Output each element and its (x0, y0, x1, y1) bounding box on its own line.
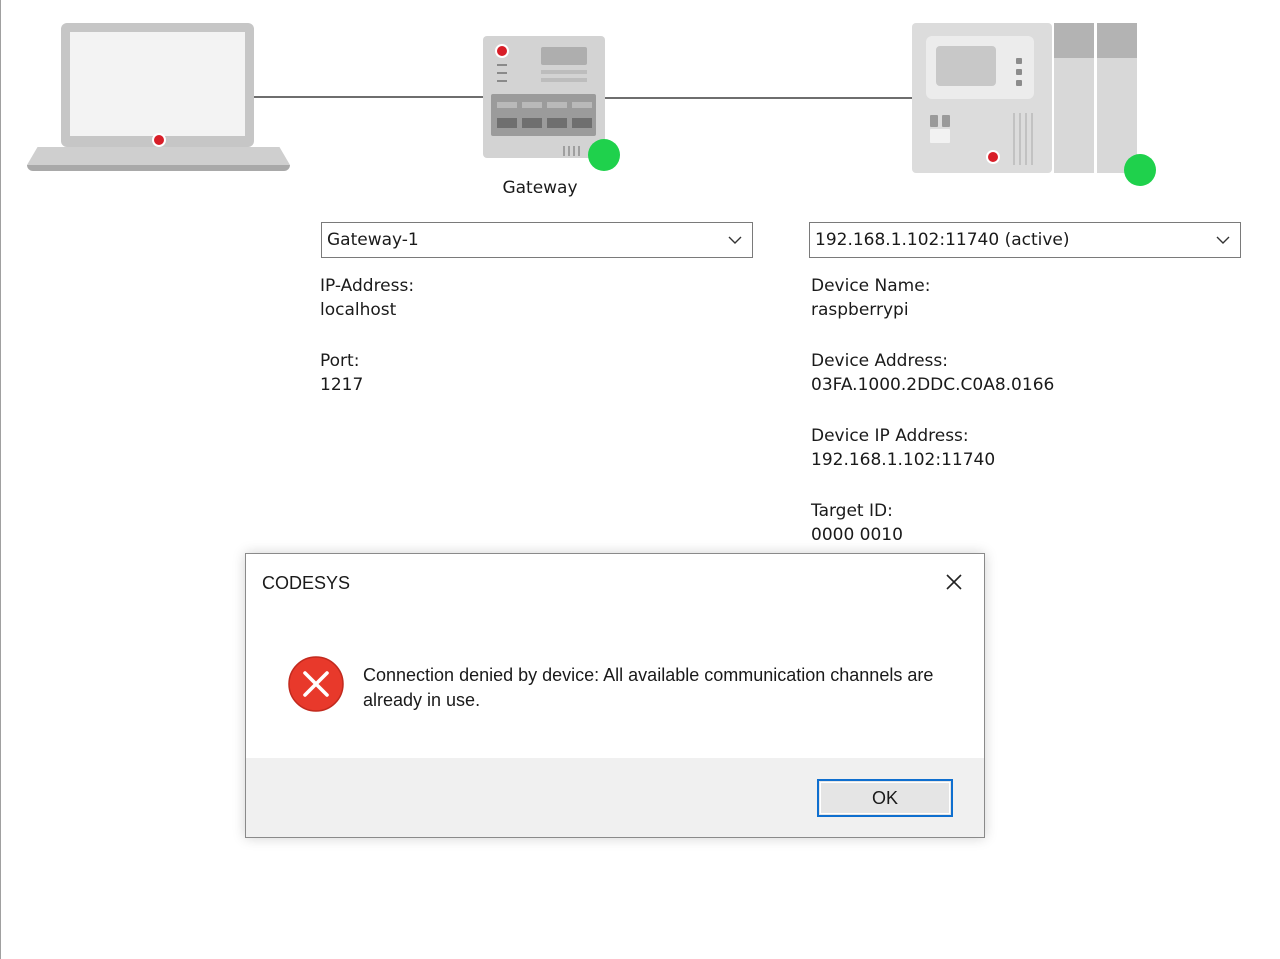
gateway-status-indicator (588, 139, 620, 171)
connection-line-gateway-device (605, 97, 912, 99)
gateway-ip-value: localhost (320, 300, 397, 320)
device-address-value: 03FA.1000.2DDC.C0A8.0166 (811, 375, 1055, 395)
device-select-value: 192.168.1.102:11740 (active) (815, 230, 1070, 250)
dialog-title: CODESYS (262, 573, 351, 593)
gateway-device-icon[interactable] (483, 36, 605, 158)
gateway-select[interactable]: Gateway-1 (321, 222, 753, 258)
device-address-label: Device Address: (811, 351, 948, 371)
gateway-port-value: 1217 (320, 375, 364, 395)
device-name-label: Device Name: (811, 276, 931, 296)
error-icon (288, 656, 344, 712)
device-select[interactable]: 192.168.1.102:11740 (active) (809, 222, 1241, 258)
close-icon[interactable] (942, 570, 966, 594)
gateway-select-value: Gateway-1 (327, 230, 419, 250)
error-dialog: CODESYS Connection denied by device: All… (245, 553, 985, 838)
device-ip-value: 192.168.1.102:11740 (811, 450, 996, 470)
chevron-down-icon (728, 236, 742, 244)
device-status-indicator (1124, 154, 1156, 186)
dialog-message: Connection denied by device: All availab… (363, 665, 934, 710)
gateway-label: Gateway (502, 178, 578, 198)
gateway-ip-label: IP-Address: (320, 276, 415, 296)
window-left-border (0, 0, 1, 959)
target-id-label: Target ID: (811, 501, 893, 521)
gateway-port-label: Port: (320, 351, 360, 371)
connection-line-laptop-gateway (254, 96, 483, 98)
device-name-value: raspberrypi (811, 300, 909, 320)
device-ip-label: Device IP Address: (811, 426, 969, 446)
chevron-down-icon (1216, 236, 1230, 244)
ok-button[interactable]: OK (817, 779, 953, 817)
target-id-value: 0000 0010 (811, 525, 903, 545)
